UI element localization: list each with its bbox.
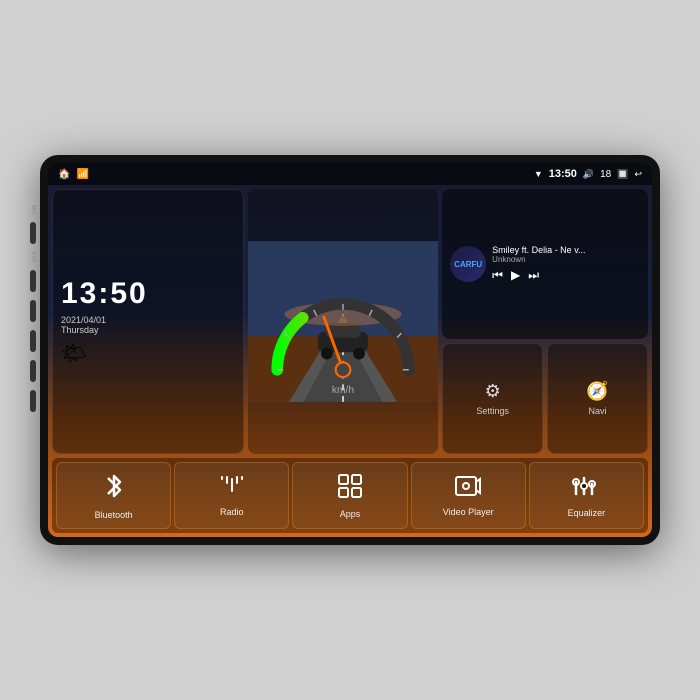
- navi-button[interactable]: 🧭 Navi: [547, 343, 648, 454]
- side-button-5[interactable]: [30, 360, 36, 382]
- video-player-button[interactable]: Video Player: [411, 462, 526, 529]
- music-title: Smiley ft. Delia - Ne v...: [492, 245, 640, 255]
- side-button-3[interactable]: [30, 300, 36, 322]
- bluetooth-icon: [102, 472, 126, 506]
- clock-day-display: Thursday: [61, 325, 235, 335]
- apps-label: Apps: [340, 509, 361, 519]
- video-label: Video Player: [443, 507, 494, 517]
- screen: 🏠 📶 ▼ 13:50 🔊 18 🔲 ↩ 13:50 2021/04/01 T: [48, 163, 652, 537]
- bluetooth-label: Bluetooth: [95, 510, 133, 520]
- main-content: 13:50 2021/04/01 Thursday 🌤: [48, 185, 652, 537]
- settings-label: Settings: [476, 406, 509, 416]
- equalizer-label: Equalizer: [568, 508, 606, 518]
- next-button[interactable]: ⏭: [528, 268, 539, 283]
- battery-icon: 🔲: [617, 169, 628, 180]
- side-button-6[interactable]: [30, 390, 36, 412]
- apps-icon: [337, 473, 363, 505]
- top-row: 13:50 2021/04/01 Thursday 🌤: [52, 189, 648, 454]
- music-widget: CARFU Smiley ft. Delia - Ne v... Unknown…: [442, 189, 648, 339]
- wifi-icon: ▼: [534, 169, 543, 179]
- radio-label: Radio: [220, 507, 244, 517]
- status-time: 13:50: [549, 168, 577, 180]
- notification-icon: 📶: [76, 169, 88, 180]
- status-right: ▼ 13:50 🔊 18 🔲 ↩: [534, 168, 642, 180]
- navi-label: Navi: [589, 406, 607, 416]
- svg-text:km/h: km/h: [332, 385, 354, 396]
- music-artist: Unknown: [492, 255, 640, 264]
- status-left: 🏠 📶: [58, 169, 89, 180]
- apps-button[interactable]: Apps: [292, 462, 407, 529]
- equalizer-icon: [572, 474, 600, 504]
- settings-navi-row: ⚙ Settings 🧭 Navi: [442, 343, 648, 454]
- side-button-mic-label: MIC: [30, 205, 36, 214]
- status-bar: 🏠 📶 ▼ 13:50 🔊 18 🔲 ↩: [48, 163, 652, 185]
- right-column: CARFU Smiley ft. Delia - Ne v... Unknown…: [442, 189, 648, 454]
- speedometer-svg: km/h: [248, 189, 438, 454]
- radio-icon: [219, 475, 245, 503]
- play-button[interactable]: ▶: [511, 268, 520, 283]
- clock-time-display: 13:50: [61, 277, 235, 311]
- speedometer-widget: km/h: [248, 189, 438, 454]
- equalizer-button[interactable]: Equalizer: [529, 462, 644, 529]
- home-icon[interactable]: 🏠: [58, 169, 70, 180]
- side-button-4[interactable]: [30, 330, 36, 352]
- side-buttons: MIC RST: [30, 205, 36, 412]
- music-info: Smiley ft. Delia - Ne v... Unknown ⏮ ▶ ⏭: [492, 245, 640, 283]
- music-logo: CARFU: [450, 246, 486, 282]
- back-icon[interactable]: ↩: [634, 169, 642, 180]
- prev-button[interactable]: ⏮: [492, 268, 503, 283]
- music-controls: ⏮ ▶ ⏭: [492, 268, 640, 283]
- device-outer: MIC RST 🏠 📶 ▼ 13:50 🔊 18 🔲 ↩: [40, 155, 660, 545]
- side-button-2[interactable]: [30, 270, 36, 292]
- radio-button[interactable]: Radio: [174, 462, 289, 529]
- side-button-rst-label: RST: [30, 252, 36, 262]
- clock-date-display: 2021/04/01: [61, 315, 235, 325]
- video-icon: [454, 475, 482, 503]
- bottom-apps-row: Bluetooth Radio: [52, 458, 648, 533]
- settings-button[interactable]: ⚙ Settings: [442, 343, 543, 454]
- weather-icon: 🌤: [61, 341, 235, 366]
- clock-widget: 13:50 2021/04/01 Thursday 🌤: [52, 189, 244, 454]
- bluetooth-button[interactable]: Bluetooth: [56, 462, 171, 529]
- navi-icon: 🧭: [586, 381, 608, 402]
- side-button-1[interactable]: [30, 222, 36, 244]
- settings-icon: ⚙: [485, 381, 501, 402]
- volume-value: 18: [600, 169, 611, 180]
- volume-icon: 🔊: [583, 169, 594, 180]
